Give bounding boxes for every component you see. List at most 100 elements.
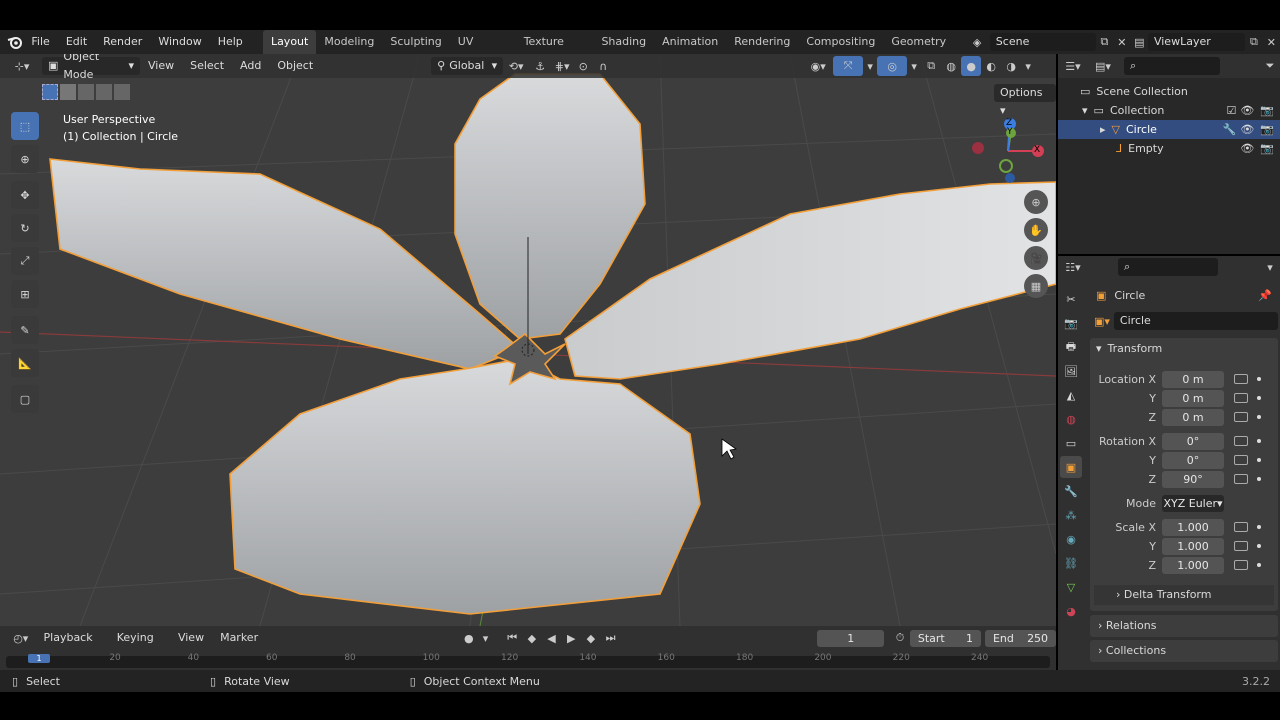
outliner-item-empty[interactable]: ⅃ Empty 👁 📷	[1058, 139, 1280, 158]
eye-icon[interactable]: 👁	[1240, 101, 1254, 120]
viewport-menu-select[interactable]: Select	[182, 54, 232, 78]
keyframe-dot-icon[interactable]	[1257, 415, 1261, 419]
timeline-keying-menu[interactable]: Keying ▾	[109, 626, 170, 668]
scale-y-field[interactable]: 1.000	[1162, 537, 1224, 555]
visibility-icon[interactable]: ◉▾	[803, 56, 833, 76]
orientation-selector[interactable]: ⚲ Global ▾	[431, 57, 504, 75]
collections-panel[interactable]: › Collections	[1090, 640, 1278, 662]
rotation-mode-select[interactable]: XYZ Euler▾	[1162, 494, 1224, 512]
collection-tab-icon[interactable]: ▭	[1060, 432, 1082, 454]
camera-icon[interactable]: 📷	[1260, 120, 1274, 139]
outliner-item-circle[interactable]: ▸ ▽ Circle 🔧 👁 📷	[1058, 120, 1280, 139]
annotate-tool-icon[interactable]: ✎	[11, 316, 39, 344]
xray-icon[interactable]: ⧉	[921, 56, 941, 76]
tab-compositing[interactable]: Compositing	[798, 30, 883, 54]
options-dropdown[interactable]: Options ▾	[994, 84, 1056, 117]
start-frame-field[interactable]: Start 1	[909, 629, 981, 647]
menu-window[interactable]: Window	[150, 30, 209, 54]
chevron-down-icon[interactable]: ▾	[863, 56, 877, 76]
keyframe-dot-icon[interactable]	[1257, 544, 1261, 548]
select-box-tool-icon[interactable]: ⬚	[11, 112, 39, 140]
snap-icon[interactable]: ⚓	[529, 56, 551, 76]
camera-icon[interactable]: 📷	[1260, 139, 1274, 158]
eye-icon[interactable]: 👁	[1240, 120, 1254, 139]
tab-layout[interactable]: Layout	[262, 30, 317, 54]
rotation-z-field[interactable]: 90°	[1162, 470, 1224, 488]
outliner-collection[interactable]: ▾ ▭ Collection ☑ 👁 📷	[1058, 101, 1280, 120]
chevron-down-icon[interactable]: ▾	[907, 56, 921, 76]
constraints-tab-icon[interactable]: ⛓	[1060, 552, 1082, 574]
viewlayer-icon[interactable]: ▤	[1131, 32, 1148, 52]
particles-tab-icon[interactable]: ⁂	[1060, 504, 1082, 526]
snap-target-icon[interactable]: ⋕▾	[551, 56, 573, 76]
material-shading-icon[interactable]: ◐	[981, 56, 1001, 76]
tab-rendering[interactable]: Rendering	[726, 30, 798, 54]
eye-icon[interactable]: 👁	[1240, 139, 1254, 158]
editor-type-icon[interactable]: ⊹▾	[8, 56, 36, 76]
pivot-icon[interactable]: ⟲▾	[503, 56, 529, 76]
pin-icon[interactable]: 📌	[1258, 289, 1272, 302]
lock-icon[interactable]	[1234, 474, 1248, 484]
zoom-icon[interactable]: ⊕	[1024, 190, 1048, 214]
object-name-field[interactable]: Circle	[1113, 312, 1278, 330]
proportional-edit-icon[interactable]: ⊙	[573, 56, 593, 76]
chevron-down-icon[interactable]: ▾	[479, 628, 493, 648]
next-keyframe-icon[interactable]: ◆	[581, 628, 601, 648]
select-intersect-icon[interactable]	[114, 84, 130, 100]
delta-transform-subpanel[interactable]: › Delta Transform	[1094, 585, 1274, 605]
properties-search-input[interactable]: ⌕	[1118, 258, 1218, 276]
rotation-y-field[interactable]: 0°	[1162, 451, 1224, 469]
object-tab-icon[interactable]: ▣	[1060, 456, 1082, 478]
relations-panel[interactable]: › Relations	[1090, 615, 1278, 637]
lock-icon[interactable]	[1234, 541, 1248, 551]
lock-icon[interactable]	[1234, 560, 1248, 570]
outliner-editor-icon[interactable]: ☰▾	[1058, 56, 1088, 76]
overlays-icon[interactable]: ◎	[877, 56, 908, 76]
timeline-playback-menu[interactable]: Playback ▾	[36, 626, 109, 668]
stopwatch-icon[interactable]: ⏱	[890, 628, 910, 648]
select-new-icon[interactable]	[42, 84, 58, 100]
location-z-field[interactable]: 0 m	[1162, 408, 1224, 426]
modifier-tab-icon[interactable]: 🔧	[1060, 480, 1082, 502]
outliner-search-input[interactable]: ⌕	[1124, 57, 1220, 75]
play-reverse-icon[interactable]: ◀	[542, 628, 562, 648]
add-cube-tool-icon[interactable]: ▢	[11, 385, 39, 413]
physics-tab-icon[interactable]: ◉	[1060, 528, 1082, 550]
pan-hand-icon[interactable]: ✋	[1024, 218, 1048, 242]
tab-animation[interactable]: Animation	[654, 30, 726, 54]
select-extend-icon[interactable]	[60, 84, 76, 100]
output-tab-icon[interactable]: 🖶	[1060, 336, 1082, 358]
select-invert-icon[interactable]	[96, 84, 112, 100]
timeline-view-menu[interactable]: View	[170, 626, 212, 650]
gizmo-toggle-icon[interactable]: ⤧	[833, 56, 864, 76]
menu-edit[interactable]: Edit	[58, 30, 95, 54]
menu-render[interactable]: Render	[95, 30, 150, 54]
cursor-tool-icon[interactable]: ⊕	[11, 145, 39, 173]
viewport-3d[interactable]: ⊹▾ ▣ Object Mode ▾ View Select Add Objec…	[0, 54, 1056, 626]
render-tab-icon[interactable]: 📷	[1060, 312, 1082, 334]
jump-end-icon[interactable]: ⏭	[601, 628, 621, 648]
scene-icon[interactable]: ◈	[968, 32, 985, 52]
chevron-down-icon[interactable]: ▾	[1021, 56, 1035, 76]
checkbox-icon[interactable]: ☑	[1226, 101, 1236, 120]
keyframe-dot-icon[interactable]	[1257, 377, 1261, 381]
timeline-marker-menu[interactable]: Marker	[212, 626, 266, 650]
menu-file[interactable]: File	[23, 30, 57, 54]
play-icon[interactable]: ▶	[561, 628, 581, 648]
location-y-field[interactable]: 0 m	[1162, 389, 1224, 407]
move-tool-icon[interactable]: ✥	[11, 181, 39, 209]
lock-icon[interactable]	[1234, 455, 1248, 465]
timeline-editor-icon[interactable]: ◴▾	[6, 628, 36, 648]
lock-icon[interactable]	[1234, 436, 1248, 446]
keyframe-dot-icon[interactable]	[1257, 458, 1261, 462]
select-subtract-icon[interactable]	[78, 84, 94, 100]
scene-tab-icon[interactable]: ◭	[1060, 384, 1082, 406]
measure-tool-icon[interactable]: 📐	[11, 349, 39, 377]
menu-help[interactable]: Help	[210, 30, 251, 54]
tab-sculpting[interactable]: Sculpting	[382, 30, 449, 54]
lock-icon[interactable]	[1234, 393, 1248, 403]
modifier-icon[interactable]: 🔧	[1223, 120, 1237, 139]
tab-geometry-nodes[interactable]: Geometry Noc	[883, 30, 968, 72]
prev-keyframe-icon[interactable]: ◆	[522, 628, 542, 648]
wireframe-shading-icon[interactable]: ◍	[941, 56, 961, 76]
